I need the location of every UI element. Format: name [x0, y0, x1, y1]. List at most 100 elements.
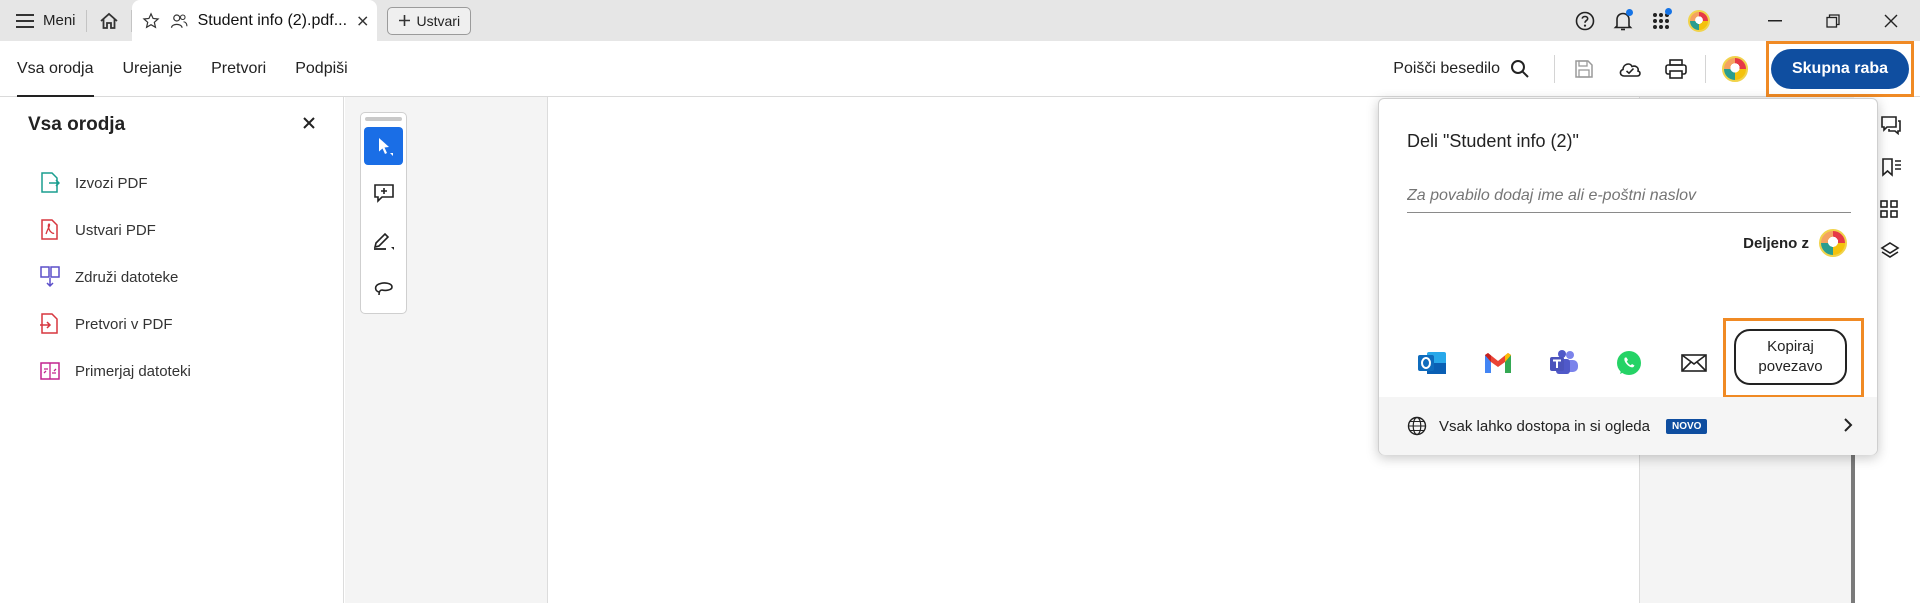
share-gmail-button[interactable] — [1483, 346, 1549, 380]
minimize-button[interactable] — [1746, 0, 1804, 41]
cloud-check-icon — [1619, 63, 1641, 77]
highlight-tool-button[interactable] — [364, 221, 403, 259]
notification-dot — [1626, 9, 1633, 16]
share-whatsapp-button[interactable] — [1615, 346, 1681, 380]
find-text-label: Poišči besedilo — [1393, 60, 1500, 77]
share-button[interactable]: Skupna raba — [1771, 49, 1909, 89]
search-icon — [1511, 60, 1529, 78]
close-panel-icon[interactable] — [303, 117, 315, 129]
shared-with: Deljeno z — [1743, 229, 1847, 257]
user-avatar — [1688, 9, 1710, 32]
globe-icon — [1407, 416, 1427, 436]
save-icon — [1575, 60, 1593, 78]
notifications-button[interactable] — [1604, 0, 1642, 41]
title-actions — [1566, 0, 1920, 41]
document-tab[interactable]: Student info (2).pdf... — [131, 0, 377, 41]
combine-files-icon — [40, 266, 60, 288]
cloud-sync-button[interactable] — [1607, 49, 1653, 89]
tool-combine-files[interactable]: Združi datoteke — [40, 266, 178, 288]
new-tab-label: Ustvari — [416, 12, 461, 29]
profile-button[interactable] — [1680, 0, 1718, 41]
tab-edit[interactable]: Urejanje — [123, 41, 183, 97]
tool-label: Ustvari PDF — [75, 221, 156, 239]
panel-title: Vsa orodja — [28, 114, 126, 135]
save-button[interactable] — [1561, 49, 1607, 89]
toolbar-profile-button[interactable] — [1712, 49, 1758, 89]
access-settings-row[interactable]: Vsak lahko dostopa in si ogleda NOVO — [1379, 397, 1877, 455]
divider — [1705, 55, 1706, 83]
help-button[interactable] — [1566, 0, 1604, 41]
nav-tabs: Vsa orodja Urejanje Pretvori Podpiši — [0, 41, 348, 97]
create-pdf-icon — [41, 219, 58, 240]
apps-dot — [1665, 8, 1672, 15]
hamburger-icon — [16, 13, 34, 28]
all-tools-panel: Vsa orodja Izvozi PDF Ustvari PDF Združi… — [0, 97, 344, 603]
share-highlight: Skupna raba — [1766, 41, 1914, 97]
help-icon — [1575, 11, 1595, 30]
new-badge: NOVO — [1665, 418, 1708, 434]
share-teams-button[interactable] — [1549, 346, 1615, 380]
share-apps — [1417, 346, 1747, 380]
bookmarks-icon — [1882, 158, 1901, 177]
shared-with-label: Deljeno z — [1743, 234, 1809, 252]
chevron-right-icon — [1844, 418, 1853, 432]
tool-export-pdf[interactable]: Izvozi PDF — [40, 172, 148, 194]
tool-compare-files[interactable]: Primerjaj datoteki — [40, 360, 191, 382]
whatsapp-icon — [1617, 351, 1641, 375]
plus-icon — [398, 15, 410, 26]
grid-icon — [1880, 200, 1898, 218]
tool-create-pdf[interactable]: Ustvari PDF — [40, 219, 156, 241]
star-icon[interactable] — [142, 10, 160, 32]
comments-icon — [1881, 116, 1901, 135]
close-tab-icon[interactable] — [357, 14, 368, 28]
tab-all-tools[interactable]: Vsa orodja — [17, 41, 94, 97]
print-icon — [1665, 59, 1687, 79]
title-bar: Meni Student info (2).pdf... Ustvari — [0, 0, 1920, 41]
tab-sign[interactable]: Podpiši — [295, 41, 347, 97]
access-text: Vsak lahko dostopa in si ogleda — [1439, 417, 1650, 435]
restore-icon — [1826, 13, 1840, 28]
copy-link-button[interactable]: Kopiraj povezavo — [1734, 329, 1847, 385]
close-window-button[interactable] — [1862, 0, 1920, 41]
close-icon — [1884, 14, 1898, 27]
tool-convert-to-pdf[interactable]: Pretvori v PDF — [40, 313, 173, 335]
copy-link-line2: povezavo — [1758, 358, 1823, 375]
invite-input[interactable] — [1407, 179, 1851, 213]
toolbar-actions: Poišči besedilo Skupna raba — [1393, 41, 1920, 97]
add-comment-button[interactable] — [364, 174, 403, 212]
find-text-button[interactable]: Poišči besedilo — [1393, 59, 1530, 79]
select-tool-button[interactable] — [364, 127, 403, 165]
cursor-icon — [378, 138, 393, 156]
menu-button[interactable]: Meni — [0, 0, 86, 41]
copy-link-highlight: Kopiraj povezavo — [1723, 318, 1864, 398]
restore-button[interactable] — [1804, 0, 1862, 41]
tab-convert[interactable]: Pretvori — [211, 41, 266, 97]
add-comment-icon — [373, 184, 394, 203]
draw-tool-button[interactable] — [364, 268, 403, 306]
shared-users-icon — [170, 13, 188, 28]
apps-button[interactable] — [1642, 0, 1680, 41]
outlook-icon — [1418, 352, 1446, 374]
tool-label: Združi datoteke — [75, 268, 179, 286]
shared-user-avatar[interactable] — [1819, 229, 1847, 257]
toolbar-avatar — [1722, 56, 1748, 82]
export-pdf-icon — [41, 172, 60, 193]
home-button[interactable] — [87, 0, 131, 41]
print-button[interactable] — [1653, 49, 1699, 89]
main-toolbar: Vsa orodja Urejanje Pretvori Podpiši Poi… — [0, 41, 1920, 97]
tab-title: Student info (2).pdf... — [197, 11, 348, 29]
mail-icon — [1681, 354, 1707, 372]
share-popover: Deli "Student info (2)" Deljeno z Kopira… — [1378, 98, 1878, 455]
teams-icon — [1550, 350, 1578, 374]
layers-icon — [1880, 242, 1900, 258]
menu-label: Meni — [43, 12, 76, 29]
tool-label: Pretvori v PDF — [75, 315, 173, 333]
new-tab-button[interactable]: Ustvari — [386, 6, 472, 35]
tool-label: Primerjaj datoteki — [75, 362, 191, 380]
drag-handle[interactable] — [365, 117, 402, 121]
share-outlook-button[interactable] — [1417, 346, 1483, 380]
lasso-draw-icon — [374, 282, 393, 296]
divider — [1554, 55, 1555, 83]
share-title: Deli "Student info (2)" — [1407, 131, 1579, 151]
highlighter-icon — [373, 232, 394, 250]
